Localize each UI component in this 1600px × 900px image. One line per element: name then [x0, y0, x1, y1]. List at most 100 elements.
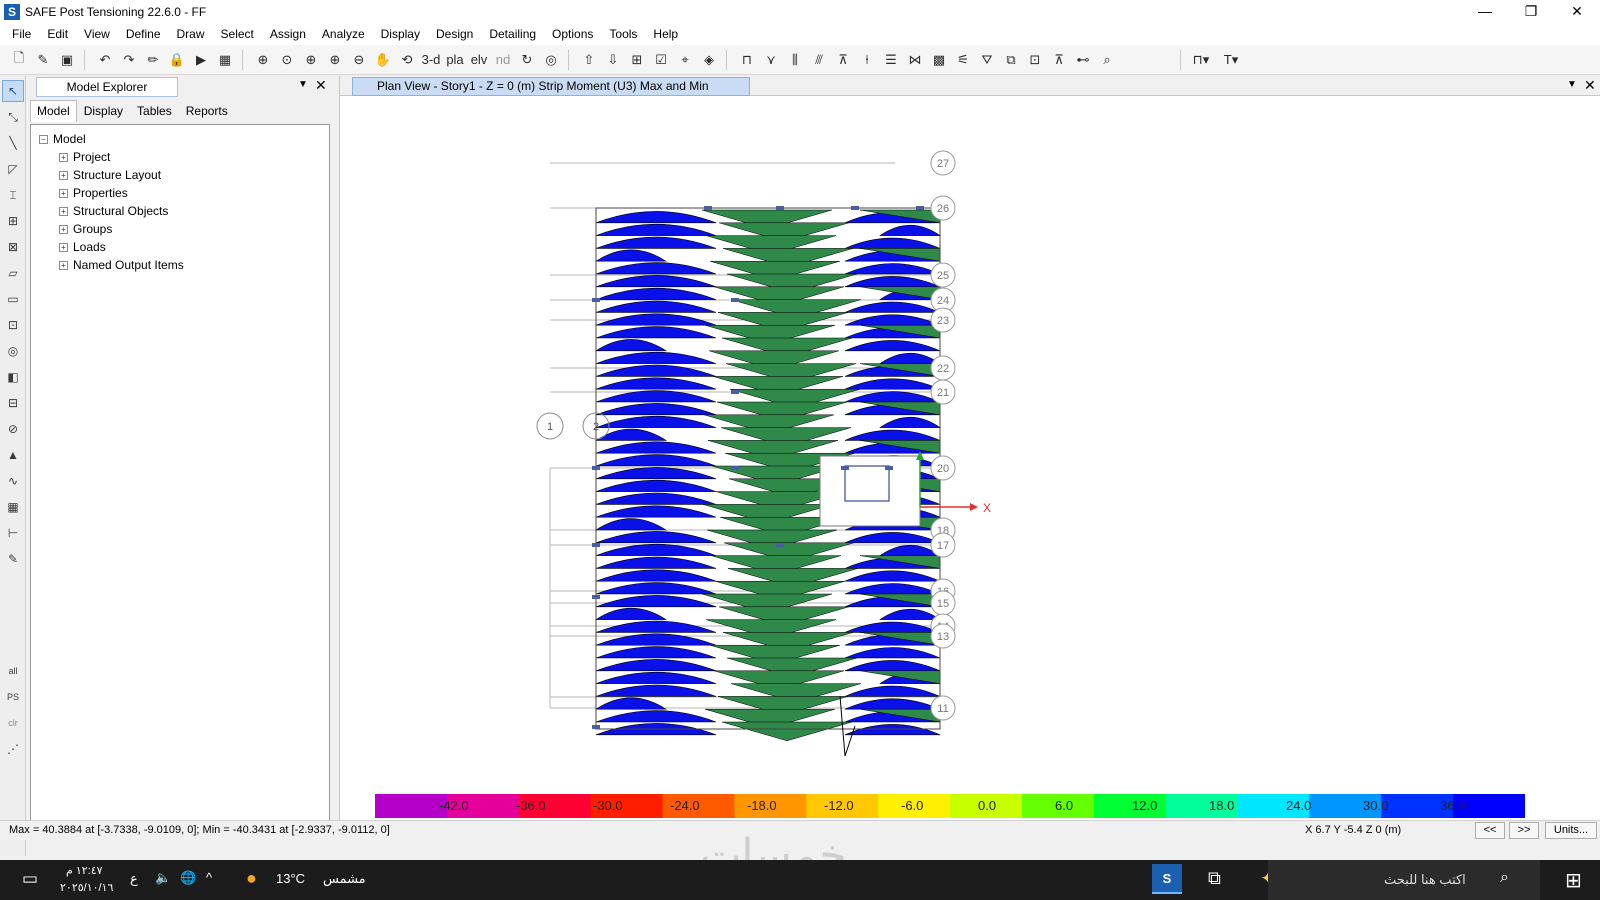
draw-design-strip-icon[interactable]: ▲ — [2, 444, 24, 466]
tree-item-project[interactable]: + Project — [39, 148, 329, 166]
select-icon[interactable]: ☑ — [650, 49, 672, 71]
move-up-icon[interactable]: ⇧ — [578, 49, 600, 71]
view-dropdown-icon[interactable]: ▼ — [1567, 79, 1577, 90]
show-hidden-icons[interactable]: ^ — [206, 870, 212, 885]
plan-view-button[interactable]: pla — [444, 49, 466, 71]
tree-item-groups[interactable]: + Groups — [39, 220, 329, 238]
expand-icon[interactable]: + — [59, 170, 68, 180]
menu-display[interactable]: Display — [373, 27, 428, 41]
open-file-icon[interactable]: ✎ — [32, 49, 54, 71]
zoom-feature-icon[interactable]: ⌕ — [1096, 49, 1118, 71]
tree-item-properties[interactable]: + Properties — [39, 184, 329, 202]
zoom-restore-icon[interactable]: ⊙ — [276, 49, 298, 71]
snap-icon[interactable]: ⌖ — [674, 49, 696, 71]
draw-section-cut-icon[interactable]: ⊢ — [2, 522, 24, 544]
draw-wall-icon[interactable]: ⊠ — [2, 236, 24, 258]
report-icon[interactable]: ⊷ — [1072, 49, 1094, 71]
design-icon[interactable]: ⛛ — [976, 49, 998, 71]
clear-selection-button[interactable]: clr — [2, 712, 24, 734]
expand-icon[interactable]: + — [59, 206, 68, 216]
expand-icon[interactable]: + — [59, 188, 68, 198]
filter-icon[interactable]: ⊓▾ — [1190, 49, 1212, 71]
draw-ruler-icon[interactable]: ▦ — [2, 496, 24, 518]
draw-rectangle-icon[interactable]: ⌶ — [2, 184, 24, 206]
reaction-icon[interactable]: ⫻ — [808, 49, 830, 71]
display-options-icon[interactable]: ◈ — [698, 49, 720, 71]
punching-icon[interactable]: ⊼ — [1048, 49, 1070, 71]
beam-icon[interactable]: ⋈ — [904, 49, 926, 71]
tree-item-structural-objects[interactable]: + Structural Objects — [39, 202, 329, 220]
move-down-icon[interactable]: ⇩ — [602, 49, 624, 71]
menu-edit[interactable]: Edit — [39, 27, 76, 41]
perspective-icon[interactable]: ◎ — [540, 49, 562, 71]
zoom-window-icon[interactable]: ⊕ — [252, 49, 274, 71]
select-all-button[interactable]: all — [2, 660, 24, 682]
tab-tables[interactable]: Tables — [130, 100, 179, 122]
lock-icon[interactable]: 🔒 — [166, 49, 188, 71]
draw-column-icon[interactable]: ⊞ — [2, 210, 24, 232]
menu-design[interactable]: Design — [428, 27, 481, 41]
tree-item-named-output-items[interactable]: + Named Output Items — [39, 256, 329, 274]
minimize-button[interactable]: — — [1462, 0, 1508, 23]
expand-icon[interactable]: + — [59, 152, 68, 162]
explorer-close-icon[interactable]: ✕ — [315, 77, 327, 94]
nd-view-button[interactable]: nd — [492, 49, 514, 71]
draw-slab-icon[interactable]: ▭ — [2, 288, 24, 310]
zoom-out-icon[interactable]: ⊖ — [348, 49, 370, 71]
object-shrink-icon[interactable]: ⊞ — [626, 49, 648, 71]
draw-point-icon[interactable]: ◧ — [2, 366, 24, 388]
draw-note-icon[interactable]: ✎ — [2, 548, 24, 570]
detailing-icon[interactable]: ⧉ — [1000, 49, 1022, 71]
taskbar-search[interactable]: اكتب هنا للبحث ⌕ — [1268, 860, 1540, 900]
new-file-icon[interactable]: 🗋 — [8, 49, 30, 71]
zoom-in-icon[interactable]: ⊕ — [300, 49, 322, 71]
elevation-view-button[interactable]: elv — [468, 49, 490, 71]
menu-options[interactable]: Options — [544, 27, 601, 41]
filter-options-icon[interactable]: T▾ — [1220, 49, 1242, 71]
frame-icon[interactable]: ⊓ — [736, 49, 758, 71]
expand-icon[interactable]: + — [59, 260, 68, 270]
draw-tendon-icon[interactable]: ⊘ — [2, 418, 24, 440]
show-tables-icon[interactable]: ⊡ — [1024, 49, 1046, 71]
tendon-icon[interactable]: ⍿ — [856, 49, 878, 71]
explorer-dropdown-icon[interactable]: ▼ — [298, 79, 308, 90]
weather-icon[interactable]: ● — [246, 868, 257, 889]
tree-root[interactable]: − Model — [39, 130, 329, 148]
network-icon[interactable]: 🌐 — [180, 870, 196, 886]
save-icon[interactable]: ▣ — [56, 49, 78, 71]
draw-line-icon[interactable]: ╲ — [2, 132, 24, 154]
select-previous-button[interactable]: PS — [2, 686, 24, 708]
draw-opening-icon[interactable]: ⊡ — [2, 314, 24, 336]
plan-view-tab[interactable]: Plan View - Story1 - Z = 0 (m) Strip Mom… — [352, 77, 750, 96]
menu-assign[interactable]: Assign — [262, 27, 314, 41]
tree-item-structure-layout[interactable]: + Structure Layout — [39, 166, 329, 184]
safe-app-icon[interactable]: S — [1152, 864, 1182, 894]
slab-icon[interactable]: ☰ — [880, 49, 902, 71]
tab-model[interactable]: Model — [30, 100, 77, 122]
view-close-icon[interactable]: ✕ — [1584, 77, 1596, 94]
snap-toggle-icon[interactable]: ⋰ — [2, 738, 24, 760]
menu-define[interactable]: Define — [118, 27, 169, 41]
tab-display[interactable]: Display — [77, 100, 130, 122]
draw-dimension-icon[interactable]: ∿ — [2, 470, 24, 492]
menu-view[interactable]: View — [76, 27, 118, 41]
zoom-in-step-icon[interactable]: ⊕ — [324, 49, 346, 71]
undo-icon[interactable]: ↶ — [94, 49, 116, 71]
collapse-icon[interactable]: − — [39, 134, 48, 144]
force-icon[interactable]: ⫼ — [784, 49, 806, 71]
notification-icon[interactable]: ▭ — [22, 869, 38, 889]
menu-tools[interactable]: Tools — [601, 27, 645, 41]
deformed-shape-icon[interactable]: ⋎ — [760, 49, 782, 71]
refresh-icon[interactable]: ⟲ — [396, 49, 418, 71]
task-view-icon[interactable]: ⧉ — [1208, 868, 1221, 889]
close-button[interactable]: ✕ — [1554, 0, 1600, 23]
pointer-icon[interactable]: ↖ — [2, 80, 24, 102]
table-icon[interactable]: ▦ — [214, 49, 236, 71]
menu-analyze[interactable]: Analyze — [314, 27, 373, 41]
menu-file[interactable]: File — [4, 27, 39, 41]
menu-help[interactable]: Help — [645, 27, 686, 41]
expand-icon[interactable]: + — [59, 242, 68, 252]
volume-icon[interactable]: 🔈 — [155, 870, 171, 886]
strip-icon[interactable]: ⊼ — [832, 49, 854, 71]
column-icon[interactable]: ▩ — [928, 49, 950, 71]
